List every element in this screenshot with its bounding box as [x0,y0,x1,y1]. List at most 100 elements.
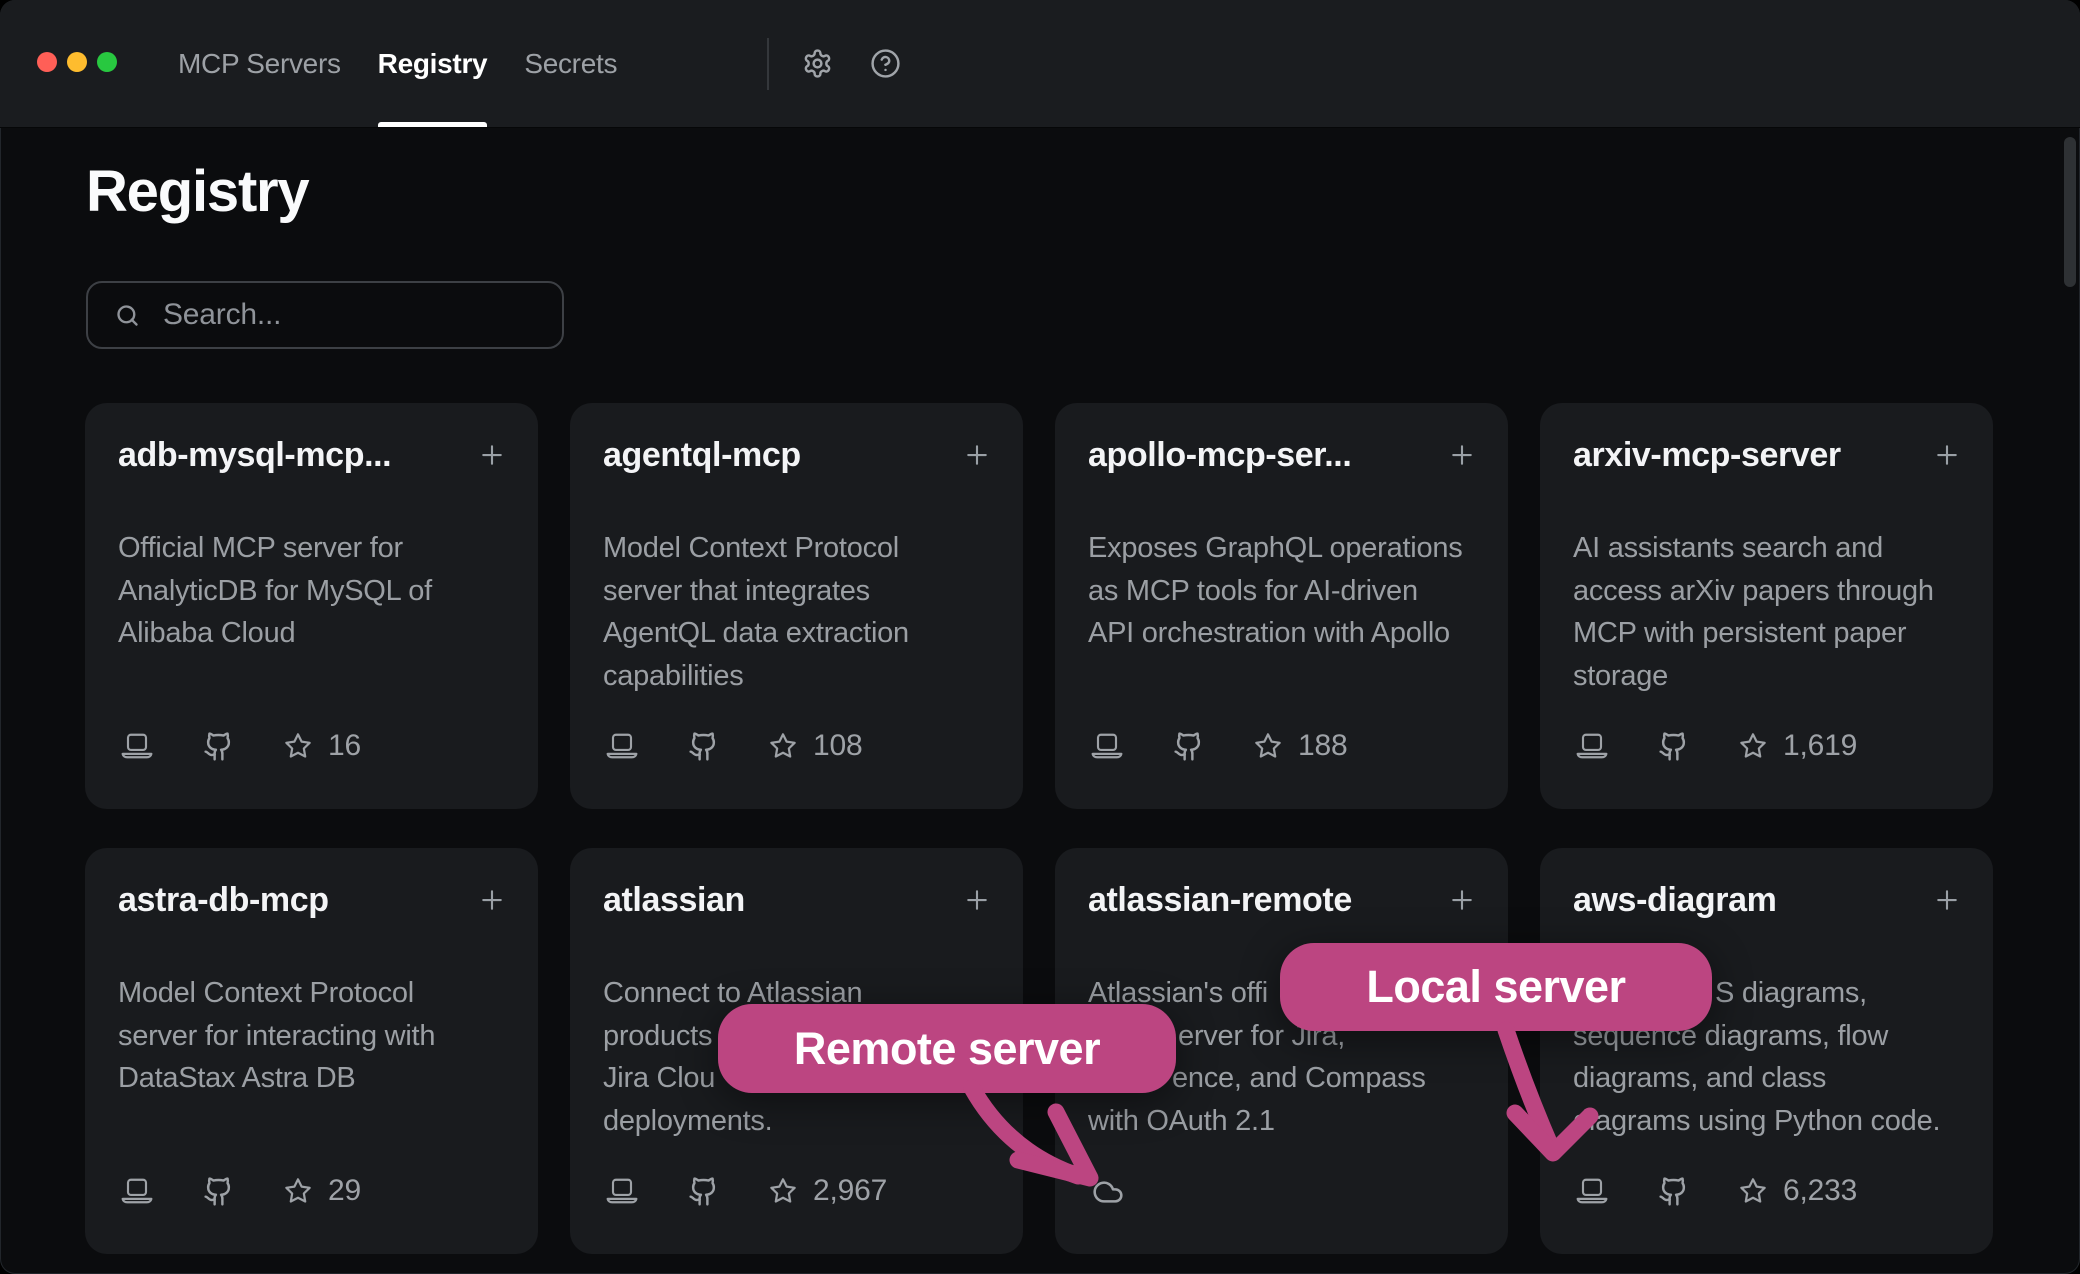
card-description-line: Model Context Protocol [603,527,995,570]
server-card[interactable]: adb-mysql-mcp... Official MCP server for… [85,403,538,809]
search-icon [114,302,141,329]
card-description-line: MCP with persistent paper [1573,612,1965,655]
star-count: 29 [328,1174,361,1208]
github-icon[interactable] [688,731,719,762]
laptop-icon [119,1176,155,1206]
card-footer: 16 [119,729,361,763]
title-bar: MCP Servers Registry Secrets [0,0,2080,128]
add-server-button[interactable] [1932,885,1962,915]
star-count: 188 [1298,729,1347,763]
server-name: apollo-mcp-ser... [1088,433,1351,477]
server-name: aws-diagram [1573,878,1776,922]
server-description: S diagrams,sequence diagrams, flowdiagra… [1573,972,1965,1142]
search-box [86,281,564,349]
server-name: arxiv-mcp-server [1573,433,1841,477]
card-description-line: Jira Clou [603,1057,995,1100]
tab-mcp-servers[interactable]: MCP Servers [178,0,341,127]
server-card[interactable]: atlassian Connect to AtlassianproductsJi… [570,848,1023,1254]
maximize-window-button[interactable] [97,52,117,72]
server-name: atlassian-remote [1088,878,1352,922]
server-name: agentql-mcp [603,433,801,477]
server-card[interactable]: atlassian-remote Atlassian's offierver f… [1055,848,1508,1254]
server-description: Model Context Protocolserver that integr… [603,527,995,697]
server-card[interactable]: astra-db-mcp Model Context Protocolserve… [85,848,538,1254]
card-footer: 2,967 [604,1174,887,1208]
card-description-line: S diagrams, [1573,972,1965,1015]
github-icon[interactable] [203,731,234,762]
add-server-button[interactable] [477,440,507,470]
star-icon [1739,732,1767,760]
card-description-line: AgentQL data extraction [603,612,995,655]
star-count: 6,233 [1783,1174,1857,1208]
server-description: Official MCP server forAnalyticDB for My… [118,527,510,655]
card-description-line: server that integrates [603,570,995,613]
page-title: Registry [86,158,309,225]
server-description: Atlassian's offierver for Jira,ence, and… [1088,972,1480,1142]
card-description-line: erver for Jira, [1088,1015,1480,1058]
card-grid: adb-mysql-mcp... Official MCP server for… [85,403,1993,1254]
server-name: atlassian [603,878,745,922]
card-description-line: ence, and Compass [1088,1057,1480,1100]
card-description-line: capabilities [603,655,995,698]
card-description-line: access arXiv papers through [1573,570,1965,613]
search-input[interactable] [163,298,549,332]
tab-secrets[interactable]: Secrets [524,0,617,127]
card-description-line: DataStax Astra DB [118,1057,510,1100]
laptop-icon [1574,731,1610,761]
minimize-window-button[interactable] [67,52,87,72]
github-icon[interactable] [688,1176,719,1207]
card-description-line: deployments. [603,1100,995,1143]
server-card[interactable]: arxiv-mcp-server AI assistants search an… [1540,403,1993,809]
add-server-button[interactable] [477,885,507,915]
card-description-line: Alibaba Cloud [118,612,510,655]
laptop-icon [604,1176,640,1206]
card-footer: 108 [604,729,862,763]
server-card[interactable]: aws-diagram S diagrams,sequence diagrams… [1540,848,1993,1254]
star-icon [769,1177,797,1205]
card-footer: 1,619 [1574,729,1857,763]
star-icon [284,1177,312,1205]
card-footer: 6,233 [1574,1174,1857,1208]
add-server-button[interactable] [1447,885,1477,915]
add-server-button[interactable] [962,885,992,915]
card-description-line: diagrams, and class [1573,1057,1965,1100]
star-icon [1739,1177,1767,1205]
server-description: Model Context Protocolserver for interac… [118,972,510,1100]
card-description-line: Model Context Protocol [118,972,510,1015]
help-icon[interactable] [870,48,901,79]
add-server-button[interactable] [1447,440,1477,470]
close-window-button[interactable] [37,52,57,72]
server-name: astra-db-mcp [118,878,329,922]
card-description-line: as MCP tools for AI-driven [1088,570,1480,613]
tab-registry[interactable]: Registry [378,0,488,127]
card-description-line: server for interacting with [118,1015,510,1058]
laptop-icon [1089,731,1125,761]
card-description-line: Official MCP server for [118,527,510,570]
laptop-icon [119,731,155,761]
scrollbar-thumb[interactable] [2064,137,2076,287]
card-description-line: sequence diagrams, flow [1573,1015,1965,1058]
github-icon[interactable] [203,1176,234,1207]
github-icon[interactable] [1658,731,1689,762]
star-count: 2,967 [813,1174,887,1208]
gear-icon[interactable] [802,48,833,79]
star-icon [284,732,312,760]
laptop-icon [604,731,640,761]
card-description-line: diagrams using Python code. [1573,1100,1965,1143]
card-footer [1089,1176,1127,1208]
github-icon[interactable] [1658,1176,1689,1207]
card-description-line: Connect to Atlassian [603,972,995,1015]
server-card[interactable]: apollo-mcp-ser... Exposes GraphQL operat… [1055,403,1508,809]
card-description-line: API orchestration with Apollo [1088,612,1480,655]
server-card[interactable]: agentql-mcp Model Context Protocolserver… [570,403,1023,809]
card-description-line: AI assistants search and [1573,527,1965,570]
card-description-line: products [603,1015,995,1058]
add-server-button[interactable] [962,440,992,470]
window-controls [37,52,117,72]
add-server-button[interactable] [1932,440,1962,470]
star-count: 1,619 [1783,729,1857,763]
main-nav-tabs: MCP Servers Registry Secrets [178,0,617,127]
card-description-line: storage [1573,655,1965,698]
star-icon [1254,732,1282,760]
github-icon[interactable] [1173,731,1204,762]
